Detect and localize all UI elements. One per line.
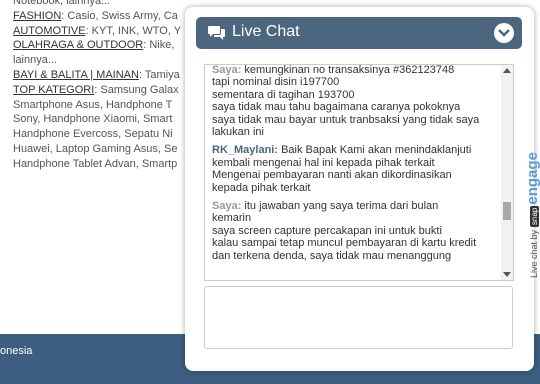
message-line: kemarin [212, 212, 502, 224]
category-line: Sony, Handphone Xiaomi, Smart [13, 112, 213, 127]
message-text: saya tidak mau tahu bagaimana caranya po… [212, 101, 461, 114]
scroll-up-arrow-icon[interactable] [503, 68, 511, 73]
category-text: : Nike, [143, 39, 175, 52]
category-text: Smartphone Asus, Handphone T [13, 98, 173, 111]
category-text: Handphone Tablet Advan, Smartp [13, 157, 178, 170]
message-sender: Saya: [212, 64, 242, 76]
message-line: kalau sampai tetap muncul pembayaran di … [212, 237, 502, 249]
message-text: kalau sampai tetap muncul pembayaran di … [212, 237, 477, 250]
branding-text: Live chat by snapengage [524, 152, 540, 278]
message-text: kemungkinan no transaksinya #362123748 [244, 64, 455, 76]
category-line: BAYI & BALITA | MAINAN: Tamiya [13, 68, 213, 83]
message-text: kembali mengenai hal ini kepada pihak te… [212, 156, 435, 169]
minimize-chat-button[interactable] [494, 23, 514, 43]
message-line: saya screen capture percakapan ini untuk… [212, 225, 502, 237]
message-text: Mengenai pembayaran nanti akan dikordina… [212, 169, 452, 182]
chevron-down-icon [498, 29, 510, 37]
message-line: Mengenai pembayaran nanti akan dikordina… [212, 169, 502, 181]
category-link[interactable]: BAYI & BALITA | MAINAN [13, 69, 139, 81]
category-text: : Samsung Galax [94, 83, 179, 96]
message-line: lakukan ini [212, 126, 502, 138]
category-line: AUTOMOTIVE: KYT, INK, WTO, Y [13, 24, 213, 39]
category-line: TOP KATEGORI: Samsung Galax [13, 83, 213, 98]
live-chat-widget: Live Chat Saya: kemungkinan no transaksi… [185, 7, 540, 371]
message-line: RK_Maylani: Baik Bapak Kami akan meninda… [212, 144, 502, 156]
scroll-down-arrow-icon[interactable] [503, 272, 511, 277]
chat-title: Live Chat [232, 23, 300, 40]
snapengage-branding[interactable]: Live chat by snapengage [514, 140, 540, 280]
category-text: Notebook, lainnya... [13, 0, 111, 7]
chat-header[interactable]: Live Chat [196, 17, 522, 49]
message-text: lakukan ini [212, 126, 264, 139]
user-message: Saya: itu jawaban yang saya terima dari … [212, 200, 502, 262]
category-line: FASHION: Casio, Swiss Army, Ca [13, 9, 213, 24]
category-link[interactable]: TOP KATEGORI [13, 84, 94, 96]
category-line: Notebook, lainnya... [13, 0, 213, 9]
branding-engage: engage [524, 152, 540, 205]
message-line: saya tidak mau tahu bagaimana caranya po… [212, 101, 502, 113]
message-text: itu jawaban yang saya terima dari bulan [244, 200, 439, 213]
category-listing: Notebook, lainnya... FASHION: Casio, Swis… [13, 0, 213, 172]
branding-snap: snap [530, 205, 539, 227]
category-line: lainnya... [13, 53, 213, 68]
category-line: Smartphone Asus, Handphone T [13, 98, 213, 113]
category-text: lainnya... [13, 54, 58, 67]
category-text: : Tamiya [138, 68, 180, 81]
message-scrollbar[interactable] [501, 65, 513, 280]
message-line: kembali mengenai hal ini kepada pihak te… [212, 157, 502, 169]
agent-message: RK_Maylani: Baik Bapak Kami akan meninda… [212, 144, 502, 194]
message-line: Saya: itu jawaban yang saya terima dari … [212, 200, 502, 212]
message-sender: Saya: [212, 200, 242, 213]
message-text: kepada pihak terkait [212, 181, 311, 194]
message-text: dan terkena denda, saya tidak mau menang… [212, 249, 452, 262]
category-line: OLAHRAGA & OUTDOOR: Nike, [13, 38, 213, 53]
category-link[interactable]: FASHION [13, 10, 61, 22]
category-text: Huawei, Laptop Gaming Asus, Se [13, 142, 178, 155]
message-line: Saya: kemungkinan no transaksinya #36212… [212, 64, 502, 76]
message-line: sementara di tagihan 193700 [212, 89, 502, 101]
branding-prefix: Live chat by [529, 229, 539, 278]
message-text: saya tidak mau bayar untuk tranbsaksi ya… [212, 113, 480, 126]
category-text: Sony, Handphone Xiaomi, Smart [13, 113, 173, 126]
category-line: Handphone Evercoss, Sepatu Ni [13, 127, 213, 142]
user-message: Saya: kemungkinan no transaksinya #36212… [212, 64, 502, 138]
category-line: Handphone Tablet Advan, Smartp [13, 157, 213, 172]
chat-bubbles-icon [208, 26, 225, 40]
message-line: kepada pihak terkait [212, 182, 502, 194]
message-line: dan terkena denda, saya tidak mau menang… [212, 250, 502, 262]
category-link[interactable]: AUTOMOTIVE [13, 25, 86, 37]
category-text: : KYT, INK, WTO, Y [85, 24, 182, 37]
message-text: kemarin [212, 212, 252, 225]
chat-message-input[interactable] [204, 286, 513, 349]
category-link[interactable]: OLAHRAGA & OUTDOOR [13, 39, 143, 51]
message-text: tapi nominal disin i197700 [212, 76, 340, 89]
message-line: tapi nominal disin i197700 [212, 76, 502, 88]
chat-message-area[interactable]: Saya: kemungkinan no transaksinya #36212… [204, 64, 514, 281]
category-text: : Casio, Swiss Army, Ca [61, 9, 178, 22]
category-line: Huawei, Laptop Gaming Asus, Se [13, 142, 213, 157]
message-list: Saya: kemungkinan no transaksinya #36212… [212, 64, 502, 268]
message-sender: RK_Maylani: [212, 144, 279, 157]
category-text: Handphone Evercoss, Sepatu Ni [13, 128, 173, 141]
message-text: Baik Bapak Kami akan menindaklanjuti [281, 144, 472, 157]
scrollbar-thumb[interactable] [503, 202, 511, 220]
message-text: saya screen capture percakapan ini untuk… [212, 224, 442, 237]
message-text: sementara di tagihan 193700 [212, 88, 355, 101]
footer-label: onesia [0, 345, 33, 357]
message-line: saya tidak mau bayar untuk tranbsaksi ya… [212, 114, 502, 126]
